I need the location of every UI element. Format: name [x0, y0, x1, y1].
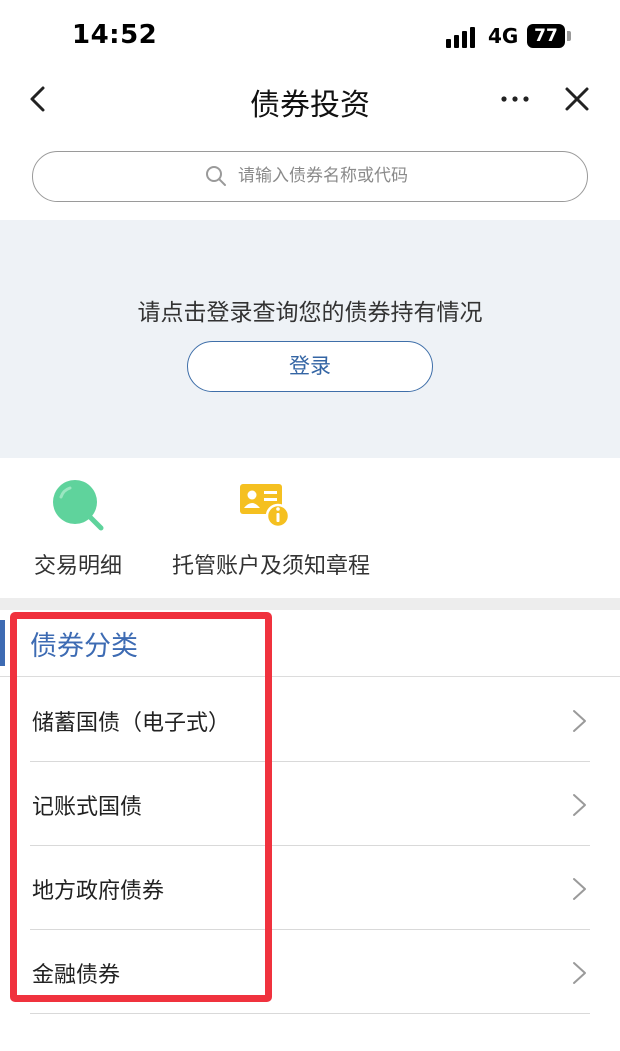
- login-button[interactable]: 登录: [187, 341, 433, 392]
- nav-bar: 债券投资: [0, 70, 620, 132]
- login-panel: 请点击登录查询您的债券持有情况 登录: [0, 220, 620, 458]
- status-time: 14:52: [72, 20, 158, 50]
- category-item-local-government-bonds[interactable]: 地方政府债券: [30, 846, 590, 930]
- search-input[interactable]: [238, 152, 558, 200]
- more-options-icon[interactable]: [498, 84, 532, 114]
- section-divider: [0, 598, 620, 610]
- category-item-book-entry-bonds[interactable]: 记账式国债: [30, 762, 590, 846]
- section-title: 债券分类: [30, 631, 138, 662]
- login-prompt: 请点击登录查询您的债券持有情况: [137, 300, 483, 326]
- battery-cap: [567, 31, 571, 41]
- category-label: 金融债券: [32, 963, 121, 988]
- chevron-right-icon: [573, 878, 586, 900]
- category-item-financial-bonds[interactable]: 金融债券: [30, 930, 590, 1014]
- section-accent-bar: [0, 620, 5, 666]
- category-label: 储蓄国债（电子式）: [32, 711, 231, 736]
- close-icon[interactable]: [562, 84, 592, 114]
- search-icon: [206, 166, 226, 186]
- divider: [0, 676, 620, 677]
- category-label: 地方政府债券: [32, 879, 165, 904]
- category-item-savings-bonds[interactable]: 储蓄国债（电子式）: [30, 678, 590, 762]
- shortcut-label: 交易明细: [34, 554, 123, 579]
- chevron-right-icon: [573, 962, 586, 984]
- status-bar: 14:52 4G 77: [0, 0, 620, 70]
- shortcut-custody-account[interactable]: 托管账户及须知章程: [172, 474, 392, 584]
- signal-strength-icon: [446, 26, 480, 48]
- network-type: 4G: [488, 24, 519, 48]
- search-bar[interactable]: [32, 151, 588, 202]
- chevron-right-icon: [573, 710, 586, 732]
- account-info-card-icon: [240, 484, 290, 529]
- battery-icon: 77: [527, 24, 565, 48]
- chevron-right-icon: [573, 794, 586, 816]
- category-label: 记账式国债: [32, 795, 143, 820]
- shortcut-transaction-details[interactable]: 交易明细: [28, 474, 138, 584]
- search-magnifier-icon: [53, 480, 104, 531]
- shortcut-label: 托管账户及须知章程: [172, 554, 371, 579]
